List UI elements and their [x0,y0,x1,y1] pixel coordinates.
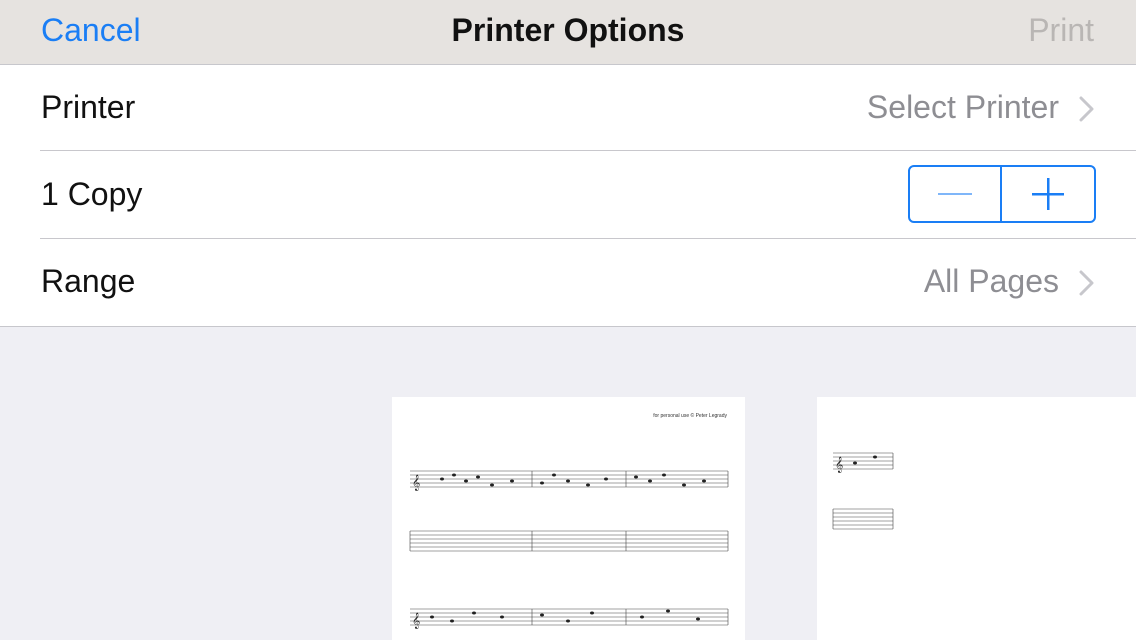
decrement-button[interactable] [910,167,1003,221]
print-preview-area: for personal use © Peter Legrady 𝄞 𝄞 𝄞 [0,327,1136,640]
printer-options-list: Printer Select Printer 1 Copy Range All [0,65,1136,327]
copies-label: 1 Copy [41,176,143,212]
range-row[interactable]: Range All Pages [0,239,1136,326]
range-label: Range [41,263,136,299]
svg-text:𝄞: 𝄞 [412,474,420,491]
all-pages-value: All Pages [923,263,1059,299]
plus-icon [1032,178,1064,210]
sheet-music-thumbnail: 𝄞 [832,452,894,530]
chevron-right-icon [1079,96,1094,122]
page-title: Printer Options [451,12,685,48]
preview-page-1[interactable]: for personal use © Peter Legrady 𝄞 𝄞 [392,397,745,640]
navigation-bar: Cancel Printer Options Print [0,0,1136,65]
select-printer-value: Select Printer [866,89,1059,125]
preview-page-2[interactable]: 𝄞 [817,397,1136,640]
copies-stepper[interactable] [908,165,1096,223]
increment-button[interactable] [1002,167,1094,221]
svg-text:𝄞: 𝄞 [835,456,843,473]
printer-label: Printer [41,89,136,125]
copies-row: 1 Copy [0,152,1136,239]
minus-icon [938,193,972,195]
svg-text:𝄞: 𝄞 [412,612,420,629]
sheet-music-thumbnail: 𝄞 𝄞 [409,470,729,629]
chevron-right-icon [1079,270,1094,296]
row-divider [40,150,1136,151]
cancel-button[interactable]: Cancel [41,12,141,49]
printer-row[interactable]: Printer Select Printer [0,65,1136,152]
print-button[interactable]: Print [1028,12,1094,49]
